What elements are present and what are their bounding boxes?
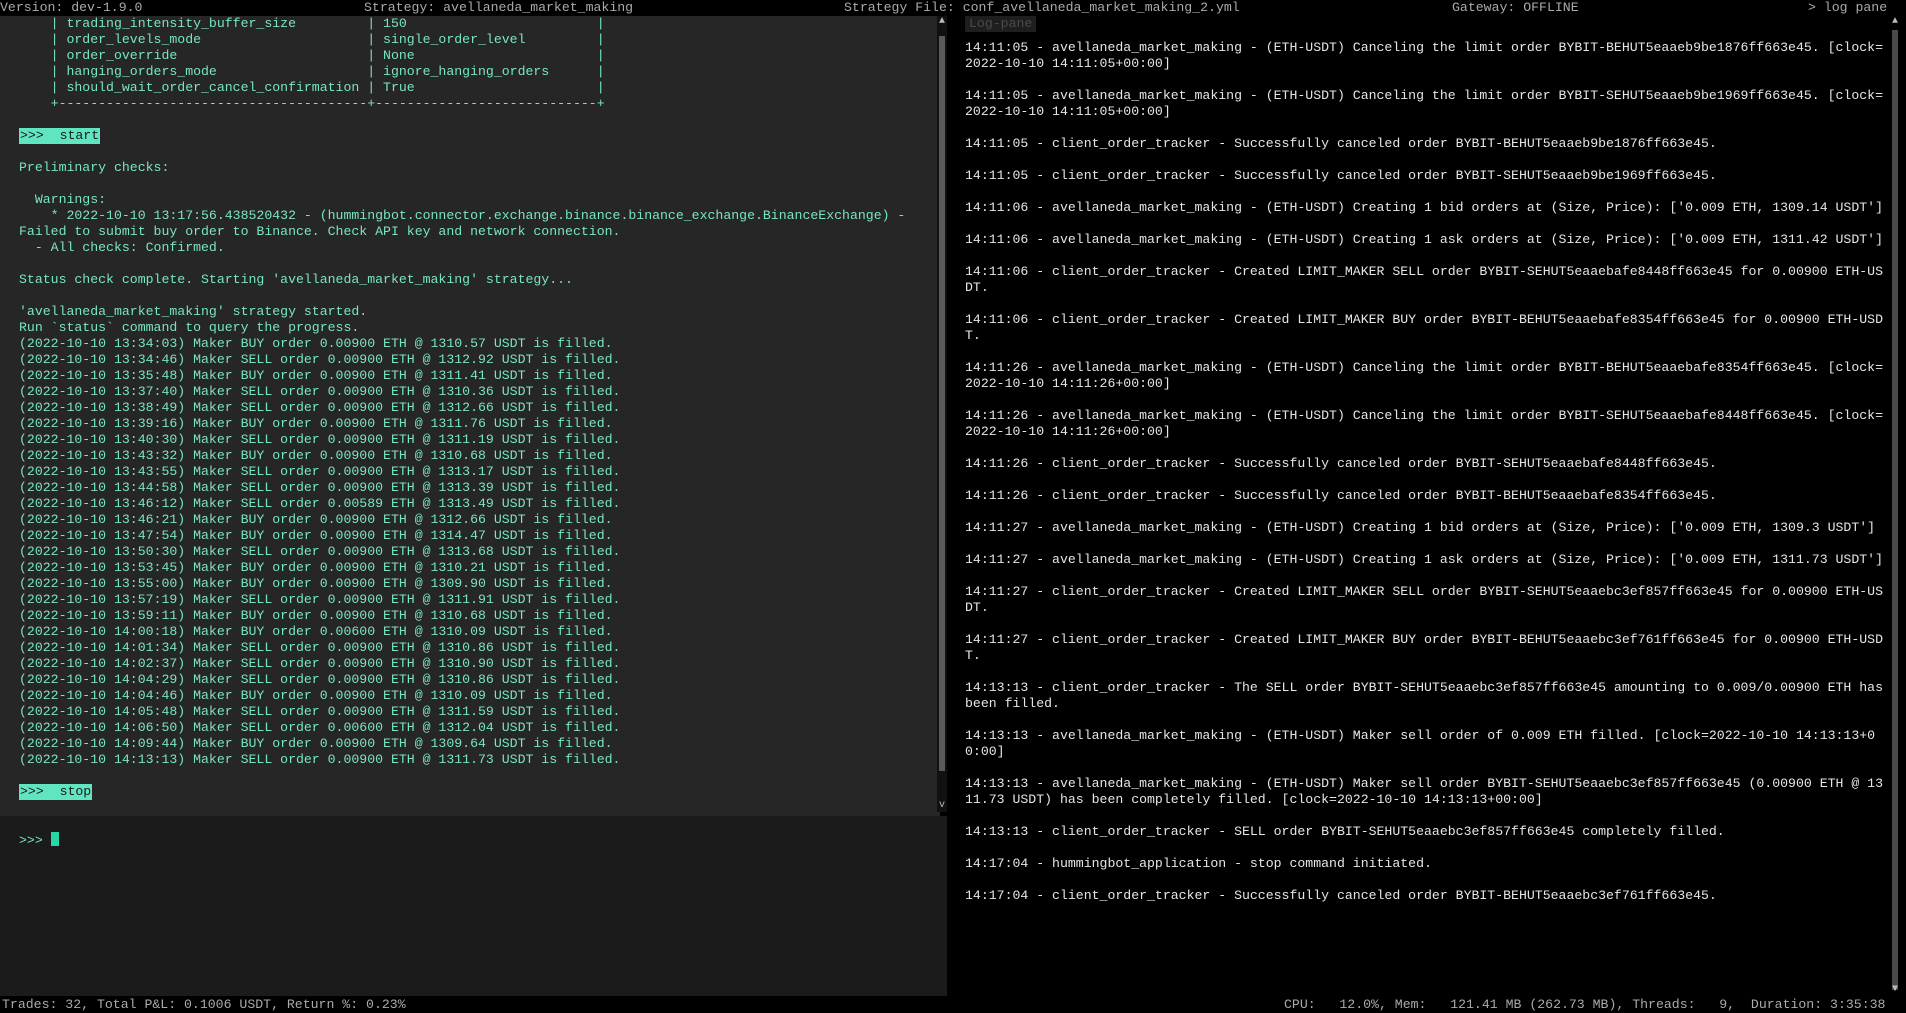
fill-line: (2022-10-10 13:34:46) Maker SELL order 0…: [19, 352, 621, 367]
strategy-file-label: Strategy File: conf_avellaneda_market_ma…: [844, 0, 1240, 15]
log-entry: 14:11:27 - client_order_tracker - Create…: [965, 584, 1883, 615]
log-pane[interactable]: Log-pane 14:11:05 - avellaneda_market_ma…: [947, 16, 1906, 996]
config-row: | trading_intensity_buffer_size | 150 |: [19, 16, 605, 31]
fill-line: (2022-10-10 13:38:49) Maker SELL order 0…: [19, 400, 621, 415]
fill-line: (2022-10-10 14:02:37) Maker SELL order 0…: [19, 656, 621, 671]
fill-line: (2022-10-10 14:01:34) Maker SELL order 0…: [19, 640, 621, 655]
trades-summary: Trades: 32, Total P&L: 0.1006 USDT, Retu…: [2, 997, 406, 1012]
fill-line: (2022-10-10 13:40:30) Maker SELL order 0…: [19, 432, 621, 447]
log-entry: 14:11:06 - client_order_tracker - Create…: [965, 264, 1883, 295]
fill-list: (2022-10-10 13:34:03) Maker BUY order 0.…: [19, 336, 934, 768]
scrollbar-thumb[interactable]: [939, 36, 945, 771]
fill-line: (2022-10-10 14:04:29) Maker SELL order 0…: [19, 672, 621, 687]
fill-line: (2022-10-10 13:46:21) Maker BUY order 0.…: [19, 512, 613, 527]
warning-line: * 2022-10-10 13:17:56.438520432 - (hummi…: [19, 208, 906, 223]
log-entry: 14:11:05 - client_order_tracker - Succes…: [965, 168, 1717, 183]
fill-line: (2022-10-10 13:46:12) Maker SELL order 0…: [19, 496, 621, 511]
fill-line: (2022-10-10 13:50:30) Maker SELL order 0…: [19, 544, 621, 559]
prompt-symbol: >>>: [19, 833, 43, 848]
log-entry: 14:11:06 - client_order_tracker - Create…: [965, 312, 1883, 343]
config-row: +---------------------------------------…: [19, 96, 605, 111]
strategy-started-line: 'avellaneda_market_making' strategy star…: [19, 304, 368, 319]
log-entry: 14:11:27 - avellaneda_market_making - (E…: [965, 552, 1883, 567]
text-cursor: [50, 832, 59, 846]
start-command: >>> start: [19, 128, 101, 144]
title-bar: Version: dev-1.9.0 Strategy: avellaneda_…: [0, 0, 1906, 16]
warning-line: Failed to submit buy order to Binance. C…: [19, 224, 621, 239]
scrollbar-thumb[interactable]: [1892, 30, 1898, 990]
all-checks-line: - All checks: Confirmed.: [19, 240, 225, 255]
log-entry: 14:17:04 - client_order_tracker - Succes…: [965, 888, 1717, 903]
log-entry: 14:13:13 - avellaneda_market_making - (E…: [965, 728, 1876, 759]
fill-line: (2022-10-10 13:34:03) Maker BUY order 0.…: [19, 336, 613, 351]
fill-line: (2022-10-10 14:04:46) Maker BUY order 0.…: [19, 688, 613, 703]
log-pane-tab[interactable]: Log-pane: [965, 16, 1037, 32]
config-table: | trading_intensity_buffer_size | 150 | …: [19, 16, 934, 112]
config-row: | hanging_orders_mode | ignore_hanging_o…: [19, 64, 605, 79]
fill-line: (2022-10-10 13:55:00) Maker BUY order 0.…: [19, 576, 613, 591]
preliminary-checks-heading: Preliminary checks:: [19, 160, 170, 175]
log-output: 14:11:05 - avellaneda_market_making - (E…: [965, 40, 1885, 920]
fill-line: (2022-10-10 13:39:16) Maker BUY order 0.…: [19, 416, 613, 431]
command-input-pane[interactable]: >>>: [0, 816, 947, 996]
log-entry: 14:11:05 - client_order_tracker - Succes…: [965, 136, 1717, 151]
log-entry: 14:13:13 - client_order_tracker - SELL o…: [965, 824, 1725, 839]
fill-line: (2022-10-10 14:05:48) Maker SELL order 0…: [19, 704, 621, 719]
config-row: | order_levels_mode | single_order_level…: [19, 32, 605, 47]
log-entry: 14:11:06 - avellaneda_market_making - (E…: [965, 200, 1883, 215]
log-entry: 14:13:13 - client_order_tracker - The SE…: [965, 680, 1891, 711]
log-entry: 14:13:13 - avellaneda_market_making - (E…: [965, 776, 1883, 807]
log-entry: 14:11:27 - avellaneda_market_making - (E…: [965, 520, 1876, 535]
log-entry: 14:11:05 - avellaneda_market_making - (E…: [965, 40, 1883, 71]
config-row: | should_wait_order_cancel_confirmation …: [19, 80, 605, 95]
log-entry: 14:17:04 - hummingbot_application - stop…: [965, 856, 1432, 871]
fill-line: (2022-10-10 13:43:32) Maker BUY order 0.…: [19, 448, 613, 463]
output-pane[interactable]: | trading_intensity_buffer_size | 150 | …: [0, 16, 940, 816]
log-scrollbar[interactable]: ▲ ▼: [1890, 16, 1900, 996]
log-entry: 14:11:27 - client_order_tracker - Create…: [965, 632, 1883, 663]
fill-line: (2022-10-10 14:09:44) Maker BUY order 0.…: [19, 736, 613, 751]
fill-line: (2022-10-10 14:13:13) Maker SELL order 0…: [19, 752, 621, 767]
status-bar: Trades: 32, Total P&L: 0.1006 USDT, Retu…: [0, 996, 1906, 1013]
log-entry: 14:11:06 - avellaneda_market_making - (E…: [965, 232, 1883, 247]
fill-line: (2022-10-10 13:57:19) Maker SELL order 0…: [19, 592, 621, 607]
command-input[interactable]: >>>: [19, 832, 59, 849]
fill-line: (2022-10-10 13:47:54) Maker BUY order 0.…: [19, 528, 613, 543]
run-status-hint: Run `status` command to query the progre…: [19, 320, 360, 335]
log-entry: 14:11:26 - client_order_tracker - Succes…: [965, 488, 1717, 503]
resource-usage: CPU: 12.0%, Mem: 121.41 MB (262.73 MB), …: [1284, 997, 1886, 1012]
scroll-up-icon[interactable]: ▲: [1890, 16, 1900, 28]
status-complete-line: Status check complete. Starting 'avellan…: [19, 272, 573, 287]
log-entry: 14:11:26 - avellaneda_market_making - (E…: [965, 360, 1883, 391]
output-scrollbar[interactable]: ▲ v: [937, 16, 947, 812]
scroll-down-icon[interactable]: ▼: [1890, 984, 1900, 996]
log-entry: 14:11:26 - avellaneda_market_making - (E…: [965, 408, 1883, 439]
warnings-heading: Warnings:: [19, 192, 107, 207]
fill-line: (2022-10-10 13:37:40) Maker SELL order 0…: [19, 384, 621, 399]
fill-line: (2022-10-10 14:06:50) Maker SELL order 0…: [19, 720, 621, 735]
output-log: | trading_intensity_buffer_size | 150 | …: [4, 16, 934, 816]
stop-command: >>> stop: [19, 784, 93, 800]
log-entry: 14:11:05 - avellaneda_market_making - (E…: [965, 88, 1883, 119]
log-pane-toggle[interactable]: > log pane: [1808, 0, 1887, 16]
version-label: Version: dev-1.9.0: [0, 0, 143, 15]
fill-line: (2022-10-10 13:59:11) Maker BUY order 0.…: [19, 608, 613, 623]
scroll-up-icon[interactable]: ▲: [937, 16, 947, 28]
strategy-label: Strategy: avellaneda_market_making: [364, 0, 634, 15]
log-entry: 14:11:26 - client_order_tracker - Succes…: [965, 456, 1717, 471]
fill-line: (2022-10-10 13:44:58) Maker SELL order 0…: [19, 480, 621, 495]
fill-line: (2022-10-10 13:43:55) Maker SELL order 0…: [19, 464, 621, 479]
fill-line: (2022-10-10 13:53:45) Maker BUY order 0.…: [19, 560, 613, 575]
fill-line: (2022-10-10 14:00:18) Maker BUY order 0.…: [19, 624, 613, 639]
config-row: | order_override | None |: [19, 48, 605, 63]
gateway-status: Gateway: OFFLINE: [1452, 0, 1579, 15]
fill-line: (2022-10-10 13:35:48) Maker BUY order 0.…: [19, 368, 613, 383]
scroll-down-icon[interactable]: v: [937, 800, 947, 812]
